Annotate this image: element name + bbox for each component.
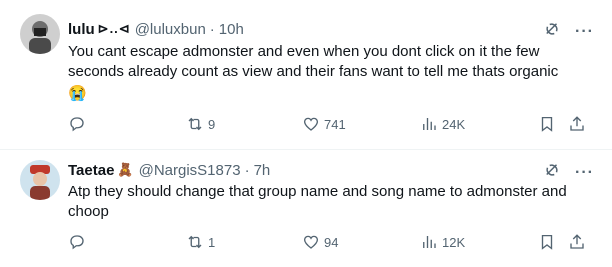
retweet-count: 1 <box>208 234 216 250</box>
like-icon <box>303 117 319 131</box>
share-button[interactable] <box>568 232 586 252</box>
reply-button[interactable] <box>68 114 90 134</box>
share-button[interactable] <box>568 114 586 134</box>
view-count: 12K <box>442 234 466 250</box>
tweet-header: lulu ⊳..⊲ @luluxbun · 10h <box>68 19 244 39</box>
avatar[interactable] <box>20 160 60 200</box>
reply-button[interactable] <box>68 232 90 252</box>
like-count: 741 <box>324 116 346 132</box>
tweet-text: Atp they should change that group name a… <box>68 182 598 222</box>
tweet-header: Taetae 🧸 @NargisS1873 · 7h <box>68 160 270 180</box>
avatar[interactable] <box>20 14 60 54</box>
grok-icon[interactable] <box>543 20 561 43</box>
timestamp[interactable]: 7h <box>254 162 271 179</box>
retweet-button[interactable]: 9 <box>186 114 215 134</box>
display-name-decoration: 🧸 <box>117 162 135 177</box>
display-name[interactable]: lulu <box>68 21 95 38</box>
grok-icon[interactable] <box>543 161 561 184</box>
retweet-icon <box>188 235 202 249</box>
tweet-text: You cant escape admonster and even when … <box>68 42 598 104</box>
display-name[interactable]: Taetae <box>68 162 114 179</box>
tweet-top-actions: ··· <box>543 20 594 43</box>
tweet-body: Atp they should change that group name a… <box>68 183 567 220</box>
separator: · <box>209 20 215 38</box>
tweet-item-2[interactable]: Taetae 🧸 @NargisS1873 · 7h ··· Atp they … <box>0 150 612 267</box>
display-name-decoration: ⊳..⊲ <box>97 21 131 36</box>
separator: · <box>244 161 250 179</box>
user-handle[interactable]: @NargisS1873 <box>139 162 241 179</box>
views-icon <box>423 236 436 248</box>
like-icon <box>303 235 319 249</box>
tweet-actions: 9 741 24K <box>68 114 592 134</box>
tweet-top-actions: ··· <box>543 161 594 184</box>
crying-emoji: 😭 <box>68 85 87 102</box>
reply-icon <box>70 235 84 250</box>
share-icon <box>570 234 584 249</box>
views-icon <box>423 118 436 130</box>
like-button[interactable]: 741 <box>302 114 346 134</box>
retweet-button[interactable]: 1 <box>186 232 215 252</box>
share-icon <box>570 116 584 131</box>
more-icon[interactable]: ··· <box>575 23 594 41</box>
retweet-count: 9 <box>208 116 216 132</box>
views-button[interactable]: 24K <box>420 114 465 134</box>
bookmark-icon <box>541 116 553 132</box>
like-button[interactable]: 94 <box>302 232 338 252</box>
tweet-body: You cant escape admonster and even when … <box>68 43 559 80</box>
view-count: 24K <box>442 116 466 132</box>
reply-icon <box>70 117 84 132</box>
tweet-actions: 1 94 12K <box>68 232 592 252</box>
user-handle[interactable]: @luluxbun <box>135 21 206 38</box>
bookmark-button[interactable] <box>538 232 556 252</box>
tweet-item-1[interactable]: lulu ⊳..⊲ @luluxbun · 10h ··· You cant e… <box>0 0 612 150</box>
retweet-icon <box>188 117 202 131</box>
timestamp[interactable]: 10h <box>219 21 244 38</box>
views-button[interactable]: 12K <box>420 232 465 252</box>
like-count: 94 <box>324 234 339 250</box>
bookmark-icon <box>541 234 553 250</box>
bookmark-button[interactable] <box>538 114 556 134</box>
more-icon[interactable]: ··· <box>575 164 594 182</box>
